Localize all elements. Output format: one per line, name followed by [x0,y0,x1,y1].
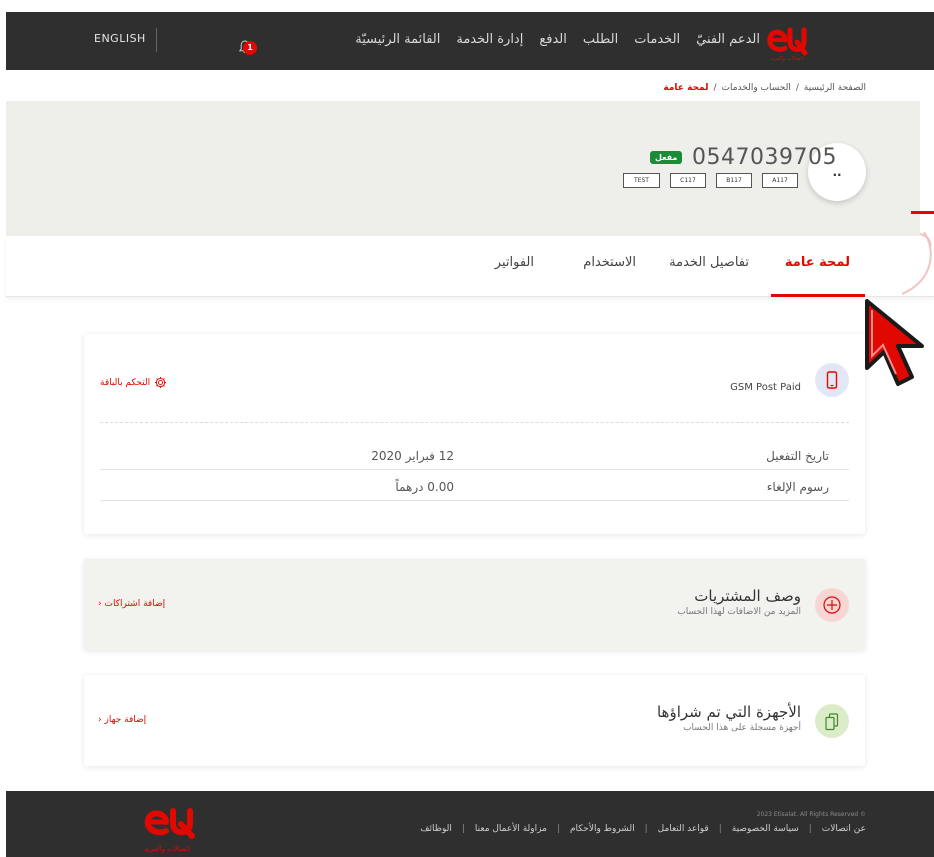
active-tab-indicator [771,294,865,297]
add-subscriptions-link[interactable]: إضافة اشتراكات ‹ [98,599,165,609]
tag-test: TEST [623,173,660,188]
add-device-link[interactable]: إضافة جهاز ‹ [98,715,146,725]
addons-icon-circle [815,588,849,622]
tab-service-details[interactable]: تفاصيل الخدمة [669,255,749,270]
breadcrumb-home[interactable]: الصفحة الرئيسية [804,83,866,93]
nav-item-service-management[interactable]: إدارة الخدمة [456,32,523,47]
tag-a117: A117 [762,173,798,188]
chevron-left-icon: ‹ [98,715,102,725]
copyright: 2023 Etisalat. All Rights Reserved © [756,811,866,818]
breadcrumb-account-services[interactable]: الحساب والخدمات [722,83,791,93]
footer-link-privacy[interactable]: سياسة الخصوصية [732,824,799,834]
decorative-swoosh-icon [901,231,932,295]
addons-title: وصف المشتريات [694,587,801,605]
divider [100,422,849,423]
breadcrumb-current: لمحة عامة [663,83,709,93]
add-subscriptions-label: إضافة اشتراكات [104,599,166,609]
mouse-cursor-icon [865,299,924,386]
addons-subtitle: المزيد من الاضافات لهذا الحساب [677,607,801,617]
plan-control-label: التحكم بالباقة [100,377,151,388]
activation-date-label: تاريخ التفعيل [766,449,829,463]
addons-card: وصف المشتريات المزيد من الاضافات لهذا ال… [84,559,865,650]
nav-item-order[interactable]: الطلب [583,32,618,47]
phone-number: 0547039705 [692,145,837,170]
cancellation-fee-value: 0.00 درهماً [395,480,454,494]
side-panel-accent [911,211,934,214]
plan-title: GSM Post Paid [730,382,801,393]
nav-item-payment[interactable]: الدفع [539,32,567,47]
account-tabs: لمحة عامة تفاصيل الخدمة الاستخدام الفوات… [6,237,934,297]
devices-title: الأجهزة التي تم شراؤها [656,703,801,721]
account-tags: TEST C117 B117 A117 [623,173,798,188]
add-device-label: إضافة جهاز [104,715,147,725]
top-navigation-bar: ENGLISH 1 القائمة الرئيسيّة إدارة الخدمة… [6,12,934,70]
footer-logo-subtitle: اتصالات والمزيد [144,845,190,853]
tag-b117: B117 [716,173,752,188]
etisalat-footer-logo-icon[interactable] [144,803,196,843]
footer-link-business[interactable]: مزاولة الأعمال معنا [475,824,547,834]
tab-bills[interactable]: الفواتير [495,255,534,270]
gear-icon [155,376,167,389]
nav-item-support[interactable]: الدعم الفنيّ [696,32,760,47]
footer-link-about[interactable]: عن اتصالات [822,824,866,834]
plan-card: GSM Post Paid التحكم بالباقة تاريخ التفع… [84,334,865,534]
devices-card: الأجهزة التي تم شراؤها أجهزة مسجلة على ه… [84,675,865,766]
side-panel-edge [920,127,934,215]
plan-icon-circle [815,363,849,397]
logo-subtitle: اتصالات والمزيد [770,56,803,62]
footer-link-terms[interactable]: الشروط والأحكام [570,824,635,834]
tab-usage[interactable]: الاستخدام [583,255,636,270]
info-row-activation-date: تاريخ التفعيل 12 فبراير 2020 [100,439,849,470]
language-switch[interactable]: ENGLISH [94,32,146,45]
nav-divider [156,28,157,52]
nav-item-home[interactable]: القائمة الرئيسيّة [355,32,440,47]
footer-link-careers[interactable]: الوظائف [420,824,452,834]
status-badge: مفعل [650,151,683,164]
plan-control-link[interactable]: التحكم بالباقة [100,376,167,389]
activation-date-value: 12 فبراير 2020 [371,449,454,463]
footer-link-code-of-conduct[interactable]: قواعد التعامل [658,824,709,834]
devices-subtitle: أجهزة مسجلة على هذا الحساب [683,723,801,733]
footer-links: عن اتصالات | سياسة الخصوصية | قواعد التعام… [420,824,866,834]
breadcrumb: الصفحة الرئيسية/الحساب والخدمات/لمحة عام… [663,83,866,93]
nav-item-services[interactable]: الخدمات [634,32,680,47]
mobile-phone-icon [826,371,838,389]
plus-circle-icon [823,596,841,614]
etisalat-logo-icon[interactable] [766,22,808,60]
tag-c117: C117 [670,173,706,188]
devices-icon-circle [815,704,849,738]
chevron-left-icon: ‹ [98,599,102,609]
main-nav: القائمة الرئيسيّة إدارة الخدمة الدفع الط… [355,32,760,47]
info-row-cancellation-fee: رسوم الإلغاء 0.00 درهماً [100,470,849,501]
tab-overview[interactable]: لمحة عامة [785,255,850,270]
notification-count-badge: 1 [243,41,257,55]
footer: اتصالات والمزيد 2023 Etisalat. All Right… [6,791,934,857]
devices-icon [825,713,839,731]
cancellation-fee-label: رسوم الإلغاء [766,480,829,494]
